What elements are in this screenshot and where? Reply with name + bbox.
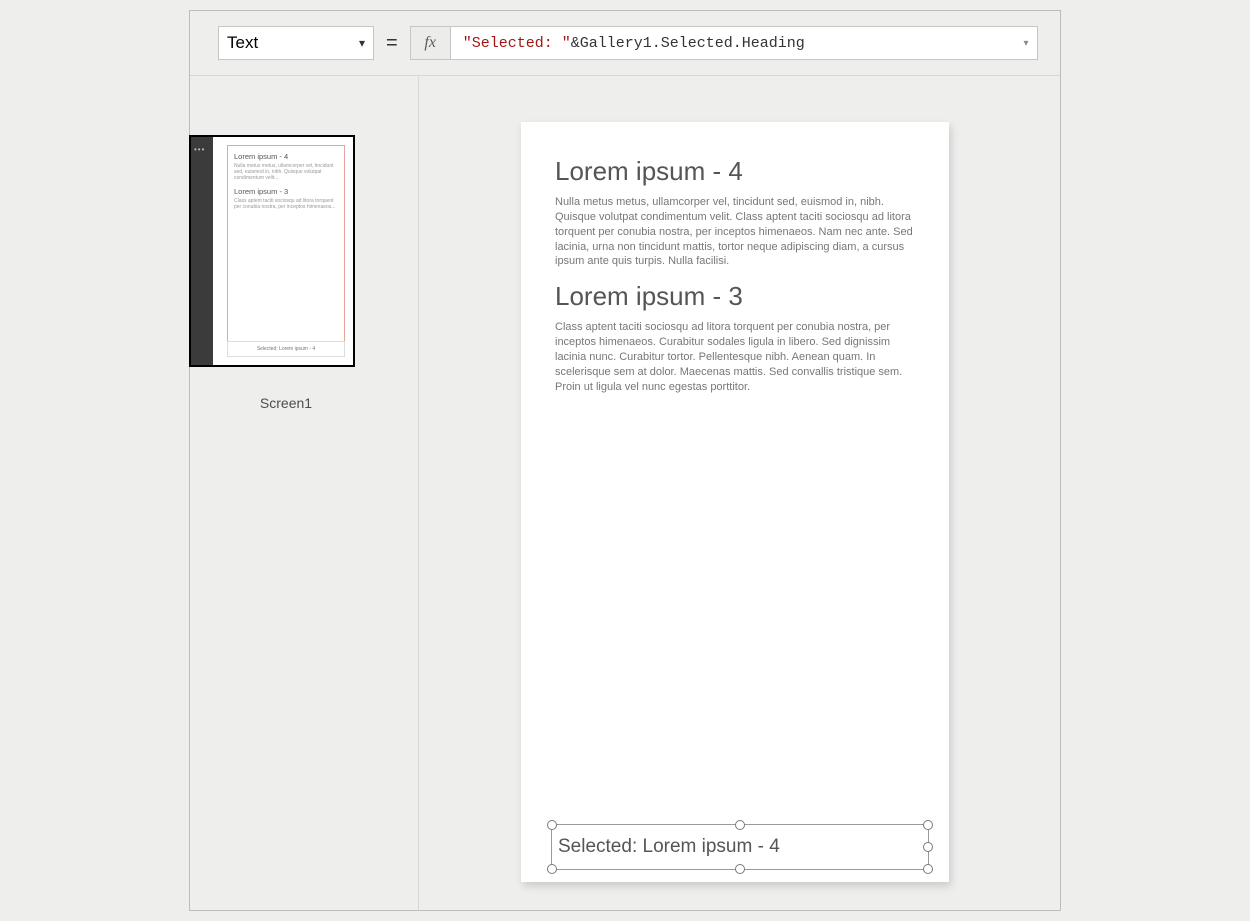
screen-name-label: Screen1 xyxy=(217,395,355,411)
gallery-item-description: Class aptent taciti sociosqu ad litora t… xyxy=(555,320,915,394)
resize-handle-bottom-left[interactable] xyxy=(547,864,557,874)
thumbnail-desc: Nulla metus metus, ullamcorper vel, tinc… xyxy=(234,163,338,181)
resize-handle-middle-right[interactable] xyxy=(923,842,933,852)
formula-token-string: "Selected: " xyxy=(463,35,571,52)
resize-handle-top-left[interactable] xyxy=(547,820,557,830)
content-area: ••• Lorem ipsum - 4 Nulla metus metus, u… xyxy=(190,77,1060,910)
thumbnail-page: Lorem ipsum - 4 Nulla metus metus, ullam… xyxy=(227,145,345,357)
property-select-value: Text xyxy=(227,33,258,53)
thumbnail-heading: Lorem ipsum - 3 xyxy=(234,187,338,196)
app-frame: Text ▾ = fx "Selected: " & Gallery1.Sele… xyxy=(189,10,1061,911)
thumbnail-selected-label: Selected: Lorem ipsum - 4 xyxy=(227,341,345,357)
formula-token-operator: & xyxy=(571,35,580,52)
resize-handle-top-middle[interactable] xyxy=(735,820,745,830)
app-preview: Lorem ipsum - 4 Nulla metus metus, ullam… xyxy=(521,122,949,882)
screen-thumbnail-frame: ••• Lorem ipsum - 4 Nulla metus metus, u… xyxy=(189,135,355,367)
formula-expand-icon[interactable]: ▾ xyxy=(1015,27,1037,59)
formula-bar: Text ▾ = fx "Selected: " & Gallery1.Sele… xyxy=(190,11,1060,76)
thumbnail-heading: Lorem ipsum - 4 xyxy=(234,152,338,161)
gallery-item-heading: Lorem ipsum - 3 xyxy=(555,281,915,312)
gallery-item[interactable]: Lorem ipsum - 3 Class aptent taciti soci… xyxy=(555,281,915,394)
gallery-item-heading: Lorem ipsum - 4 xyxy=(555,156,915,187)
selected-label-text: Selected: Lorem ipsum - 4 xyxy=(558,836,780,858)
canvas-pane[interactable]: Lorem ipsum - 4 Nulla metus metus, ullam… xyxy=(419,77,1060,910)
gallery-control[interactable]: Lorem ipsum - 4 Nulla metus metus, ullam… xyxy=(521,122,949,394)
thumbnail-desc: Class aptent taciti sociosqu ad litora t… xyxy=(234,198,338,210)
resize-handle-bottom-middle[interactable] xyxy=(735,864,745,874)
formula-input-container: fx "Selected: " & Gallery1.Selected.Head… xyxy=(410,26,1038,60)
thumbnail-sidebar: ••• xyxy=(191,137,213,365)
fx-icon[interactable]: fx xyxy=(411,27,451,59)
formula-input[interactable]: "Selected: " & Gallery1.Selected.Heading xyxy=(451,27,1015,59)
screen-thumbnail[interactable]: ••• Lorem ipsum - 4 Nulla metus metus, u… xyxy=(189,135,355,411)
resize-handle-bottom-right[interactable] xyxy=(923,864,933,874)
ellipsis-icon: ••• xyxy=(194,145,205,154)
resize-handle-top-right[interactable] xyxy=(923,820,933,830)
property-select[interactable]: Text ▾ xyxy=(218,26,374,60)
selected-label-control[interactable]: Selected: Lorem ipsum - 4 xyxy=(551,824,929,870)
formula-token-reference: Gallery1.Selected.Heading xyxy=(580,35,805,52)
screens-pane: ••• Lorem ipsum - 4 Nulla metus metus, u… xyxy=(190,77,419,910)
gallery-item-description: Nulla metus metus, ullamcorper vel, tinc… xyxy=(555,195,915,269)
chevron-down-icon: ▾ xyxy=(359,36,365,50)
gallery-item[interactable]: Lorem ipsum - 4 Nulla metus metus, ullam… xyxy=(555,156,915,269)
equals-label: = xyxy=(384,32,400,55)
